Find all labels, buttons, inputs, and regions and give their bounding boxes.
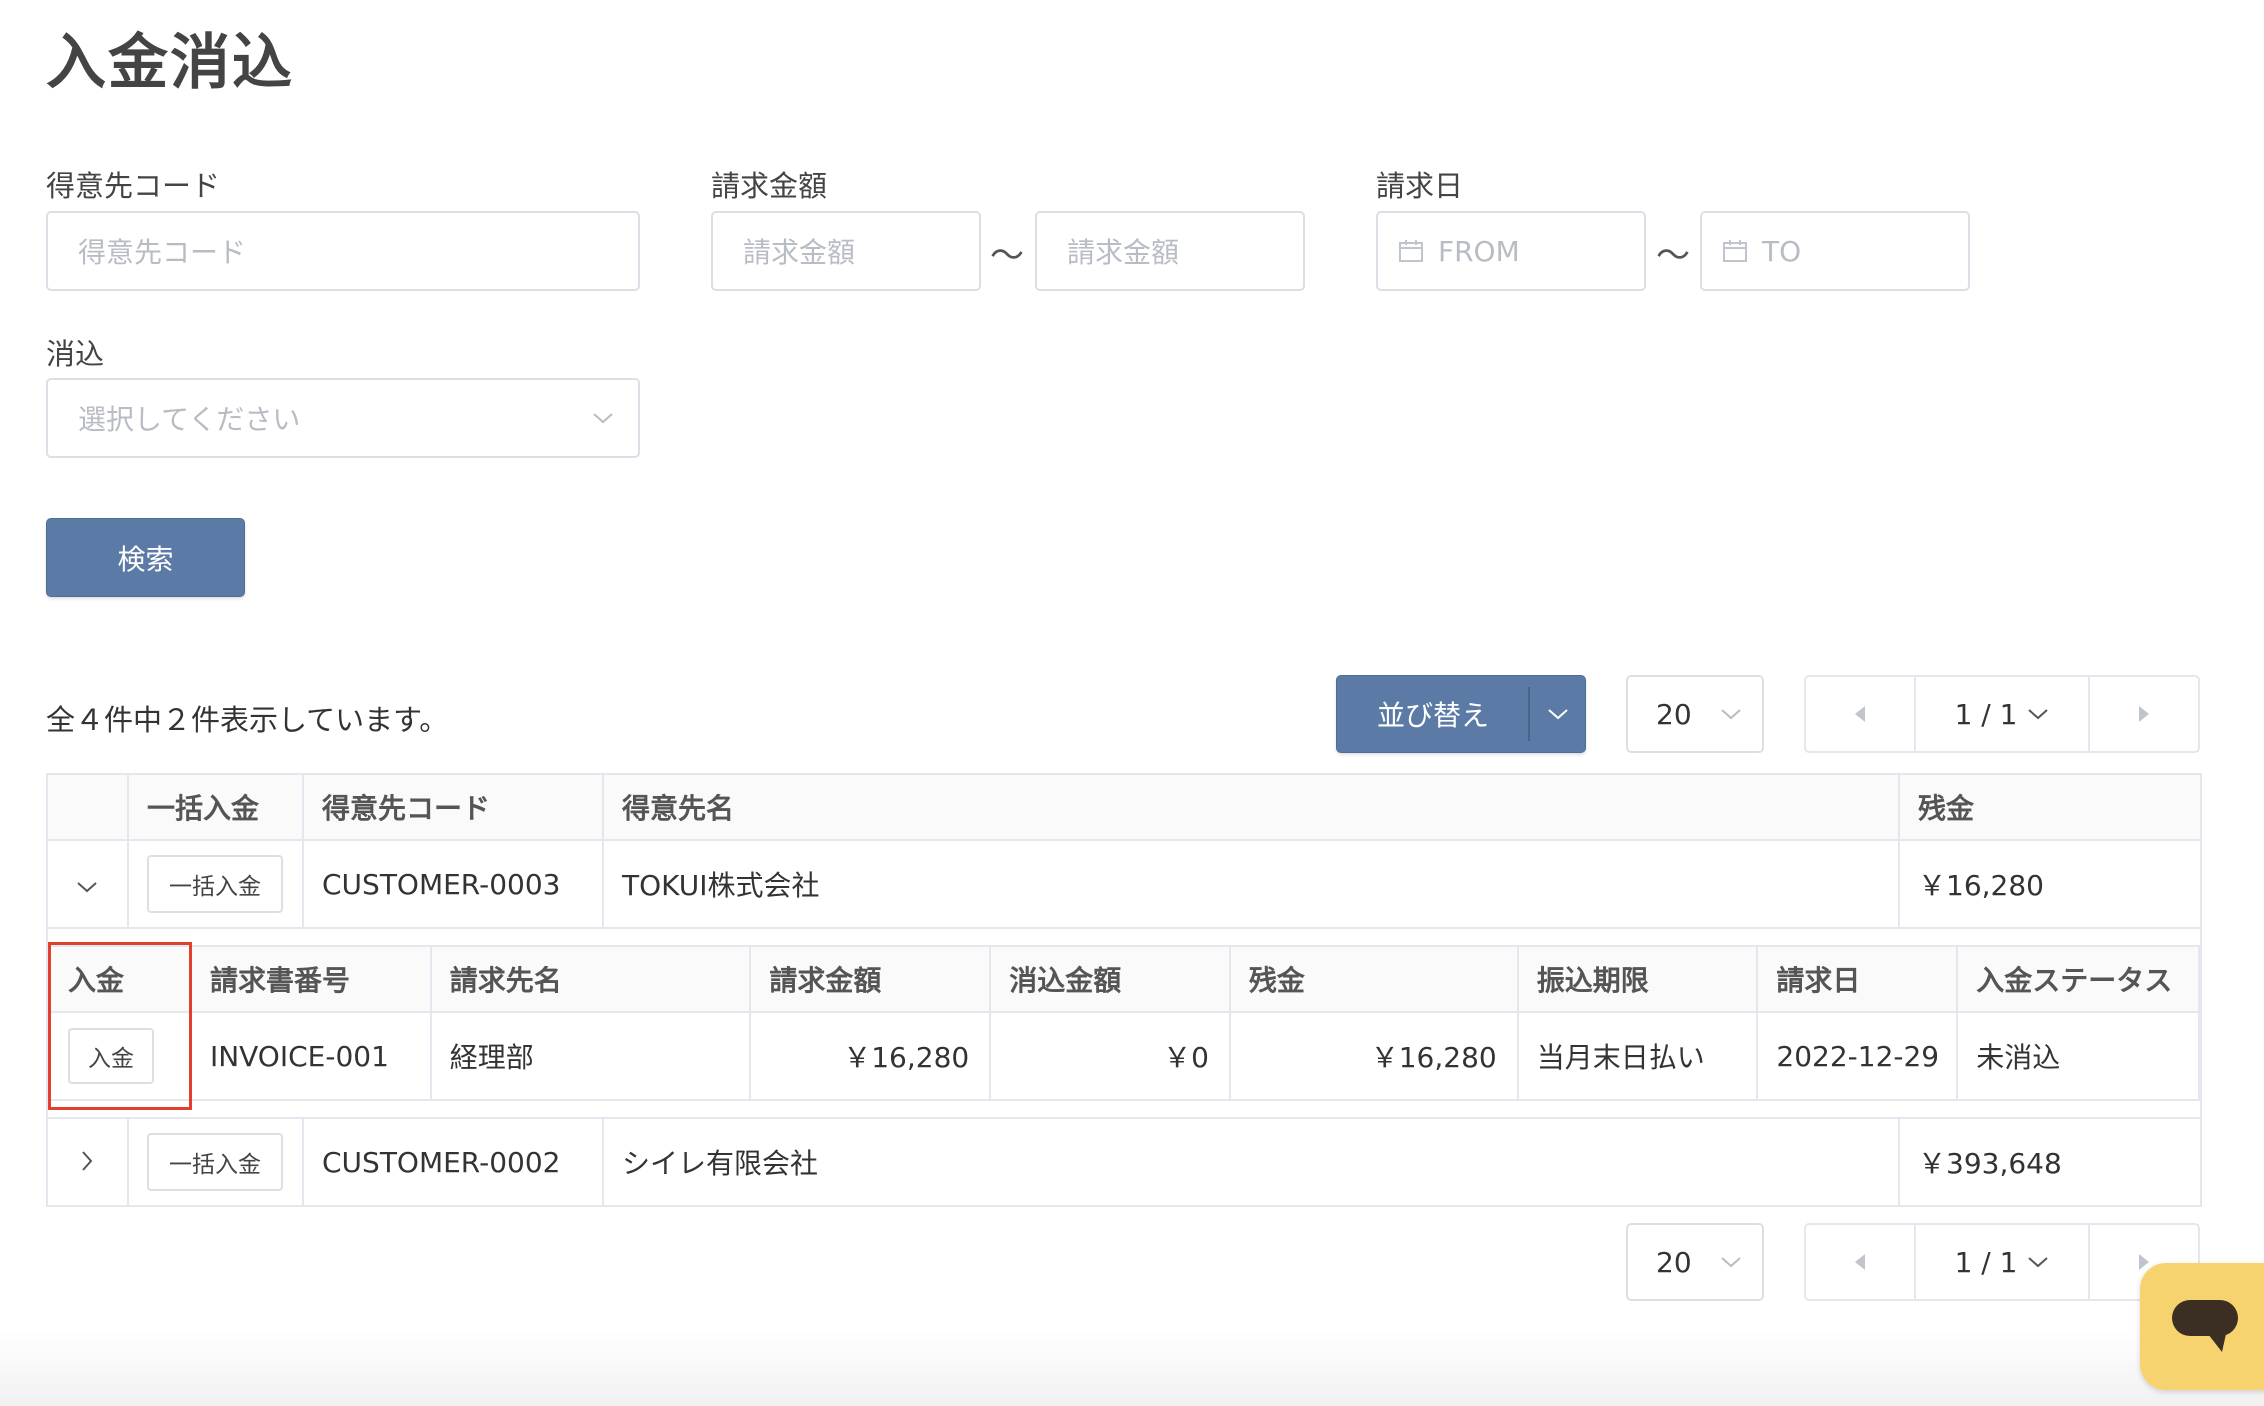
chevron-down-icon (2028, 709, 2049, 720)
prev-page-button[interactable] (1806, 677, 1914, 751)
invoice-table: 入金 請求書番号 請求先名 請求金額 消込金額 残金 振込期限 請求日 入金ステ… (48, 945, 2200, 1101)
page-select[interactable]: 1 / 1 (1914, 1225, 2090, 1299)
due-cell: 当月末日払い (1516, 1011, 1759, 1101)
page-size-value: 20 (1656, 697, 1692, 731)
balance-cell: ￥16,280 (1898, 839, 2202, 929)
detail-container: 入金 請求書番号 請求先名 請求金額 消込金額 残金 振込期限 請求日 入金ステ… (46, 927, 2202, 1119)
table-row: 一括入金 CUSTOMER-0002 シイレ有限会社 ￥393,648 (46, 1117, 2202, 1207)
invoice-balance-cell: ￥16,280 (1228, 1011, 1519, 1101)
page-indicator: 1 / 1 (1954, 1245, 2018, 1279)
search-button[interactable]: 検索 (46, 518, 245, 597)
customer-table: 一括入金 得意先コード 得意先名 残金 一括入金 CUSTOMER-0003 T… (46, 773, 2202, 1207)
sort-button-label: 並び替え (1377, 699, 1490, 732)
due-header: 振込期限 (1516, 945, 1759, 1013)
invoice-balance-header: 残金 (1228, 945, 1519, 1013)
bulk-payment-header: 一括入金 (127, 773, 304, 841)
table-row: 一括入金 CUSTOMER-0003 TOKUI株式会社 ￥16,280 (46, 839, 2202, 929)
chevron-down-icon (1720, 709, 1741, 720)
reconcile-placeholder: 選択してください (78, 403, 301, 436)
invoice-row: 入金 INVOICE-001 経理部 ￥16,280 ￥0 ￥16,280 当月… (48, 1011, 2200, 1101)
row-expander[interactable] (46, 839, 129, 929)
balance-cell: ￥393,648 (1898, 1117, 2202, 1207)
bottom-page-size-select[interactable]: 20 (1626, 1223, 1764, 1301)
customer-name-cell: シイレ有限会社 (602, 1117, 1900, 1207)
table-header-row: 一括入金 得意先コード 得意先名 残金 (46, 773, 2202, 841)
customer-code-placeholder: 得意先コード (78, 236, 247, 269)
chevron-down-icon (593, 413, 613, 424)
chevron-down-icon (1720, 1257, 1741, 1268)
customer-name-header: 得意先名 (602, 773, 1900, 841)
amount-from-input[interactable]: 請求金額 (711, 211, 981, 291)
highlight-box (48, 942, 192, 1110)
payment-status-header: 入金ステータス (1956, 945, 2200, 1013)
row-expander[interactable] (46, 1117, 129, 1207)
billed-amount-header: 請求金額 (749, 945, 992, 1013)
billing-date-header: 請求日 (1756, 945, 1959, 1013)
page-size-value: 20 (1656, 1245, 1692, 1279)
caret-left-icon (1855, 706, 1865, 722)
reconciled-amount-header: 消込金額 (989, 945, 1231, 1013)
customer-name-cell: TOKUI株式会社 (602, 839, 1900, 929)
date-from-placeholder: FROM (1438, 234, 1520, 268)
amount-to-input[interactable]: 請求金額 (1035, 211, 1305, 291)
sort-dropdown-toggle[interactable] (1530, 675, 1586, 753)
payment-status-cell: 未消込 (1956, 1011, 2200, 1101)
customer-code-header: 得意先コード (302, 773, 604, 841)
invoice-number-header: 請求書番号 (189, 945, 432, 1013)
customer-code-cell: CUSTOMER-0003 (302, 839, 604, 929)
bill-to-cell: 経理部 (429, 1011, 752, 1101)
bill-to-header: 請求先名 (429, 945, 752, 1013)
page-size-select[interactable]: 20 (1626, 675, 1764, 753)
amount-label: 請求金額 (711, 169, 828, 203)
expanded-detail-row: 入金 請求書番号 請求先名 請求金額 消込金額 残金 振込期限 請求日 入金ステ… (46, 927, 2202, 1119)
chevron-right-icon (82, 1150, 93, 1171)
pager: 1 / 1 (1804, 675, 2200, 753)
amount-from-placeholder: 請求金額 (743, 236, 856, 269)
customer-code-input[interactable]: 得意先コード (46, 211, 640, 291)
invoice-number-cell: INVOICE-001 (189, 1011, 432, 1101)
caret-right-icon (2139, 706, 2149, 722)
amount-range-separator: ～ (990, 236, 1024, 276)
page-title: 入金消込 (46, 28, 294, 98)
caret-left-icon (1855, 1254, 1865, 1270)
date-range-separator: ～ (1656, 236, 1690, 276)
expand-column-header (46, 773, 129, 841)
date-to-placeholder: TO (1762, 234, 1802, 268)
chevron-down-icon (77, 881, 97, 892)
billing-date-label: 請求日 (1376, 169, 1464, 203)
date-from-input[interactable]: FROM (1376, 211, 1646, 291)
billed-amount-cell: ￥16,280 (749, 1011, 992, 1101)
page-indicator: 1 / 1 (1954, 697, 2018, 731)
calendar-icon (1723, 240, 1747, 262)
chevron-down-icon (2028, 1257, 2049, 1268)
bulk-payment-button[interactable]: 一括入金 (147, 1133, 283, 1191)
customer-code-cell: CUSTOMER-0002 (302, 1117, 604, 1207)
chat-icon (2172, 1299, 2238, 1352)
reconcile-label: 消込 (46, 337, 105, 371)
reconciled-amount-cell: ￥0 (989, 1011, 1231, 1101)
chat-widget-button[interactable] (2140, 1263, 2264, 1390)
date-to-input[interactable]: TO (1700, 211, 1970, 291)
calendar-icon (1399, 240, 1423, 262)
chevron-down-icon (1548, 709, 1568, 720)
bulk-payment-button[interactable]: 一括入金 (147, 855, 283, 913)
customer-code-label: 得意先コード (46, 169, 221, 203)
billing-date-cell: 2022-12-29 (1756, 1011, 1959, 1101)
next-page-button[interactable] (2090, 677, 2198, 751)
page-select[interactable]: 1 / 1 (1914, 677, 2090, 751)
amount-to-placeholder: 請求金額 (1067, 236, 1180, 269)
balance-header: 残金 (1898, 773, 2202, 841)
bottom-fade (0, 1330, 2264, 1406)
invoice-header-row: 入金 請求書番号 請求先名 請求金額 消込金額 残金 振込期限 請求日 入金ステ… (48, 945, 2200, 1013)
result-summary: 全４件中２件表示しています。 (46, 703, 449, 737)
caret-right-icon (2139, 1254, 2149, 1270)
reconcile-select[interactable]: 選択してください (46, 378, 640, 458)
prev-page-button[interactable] (1806, 1225, 1914, 1299)
